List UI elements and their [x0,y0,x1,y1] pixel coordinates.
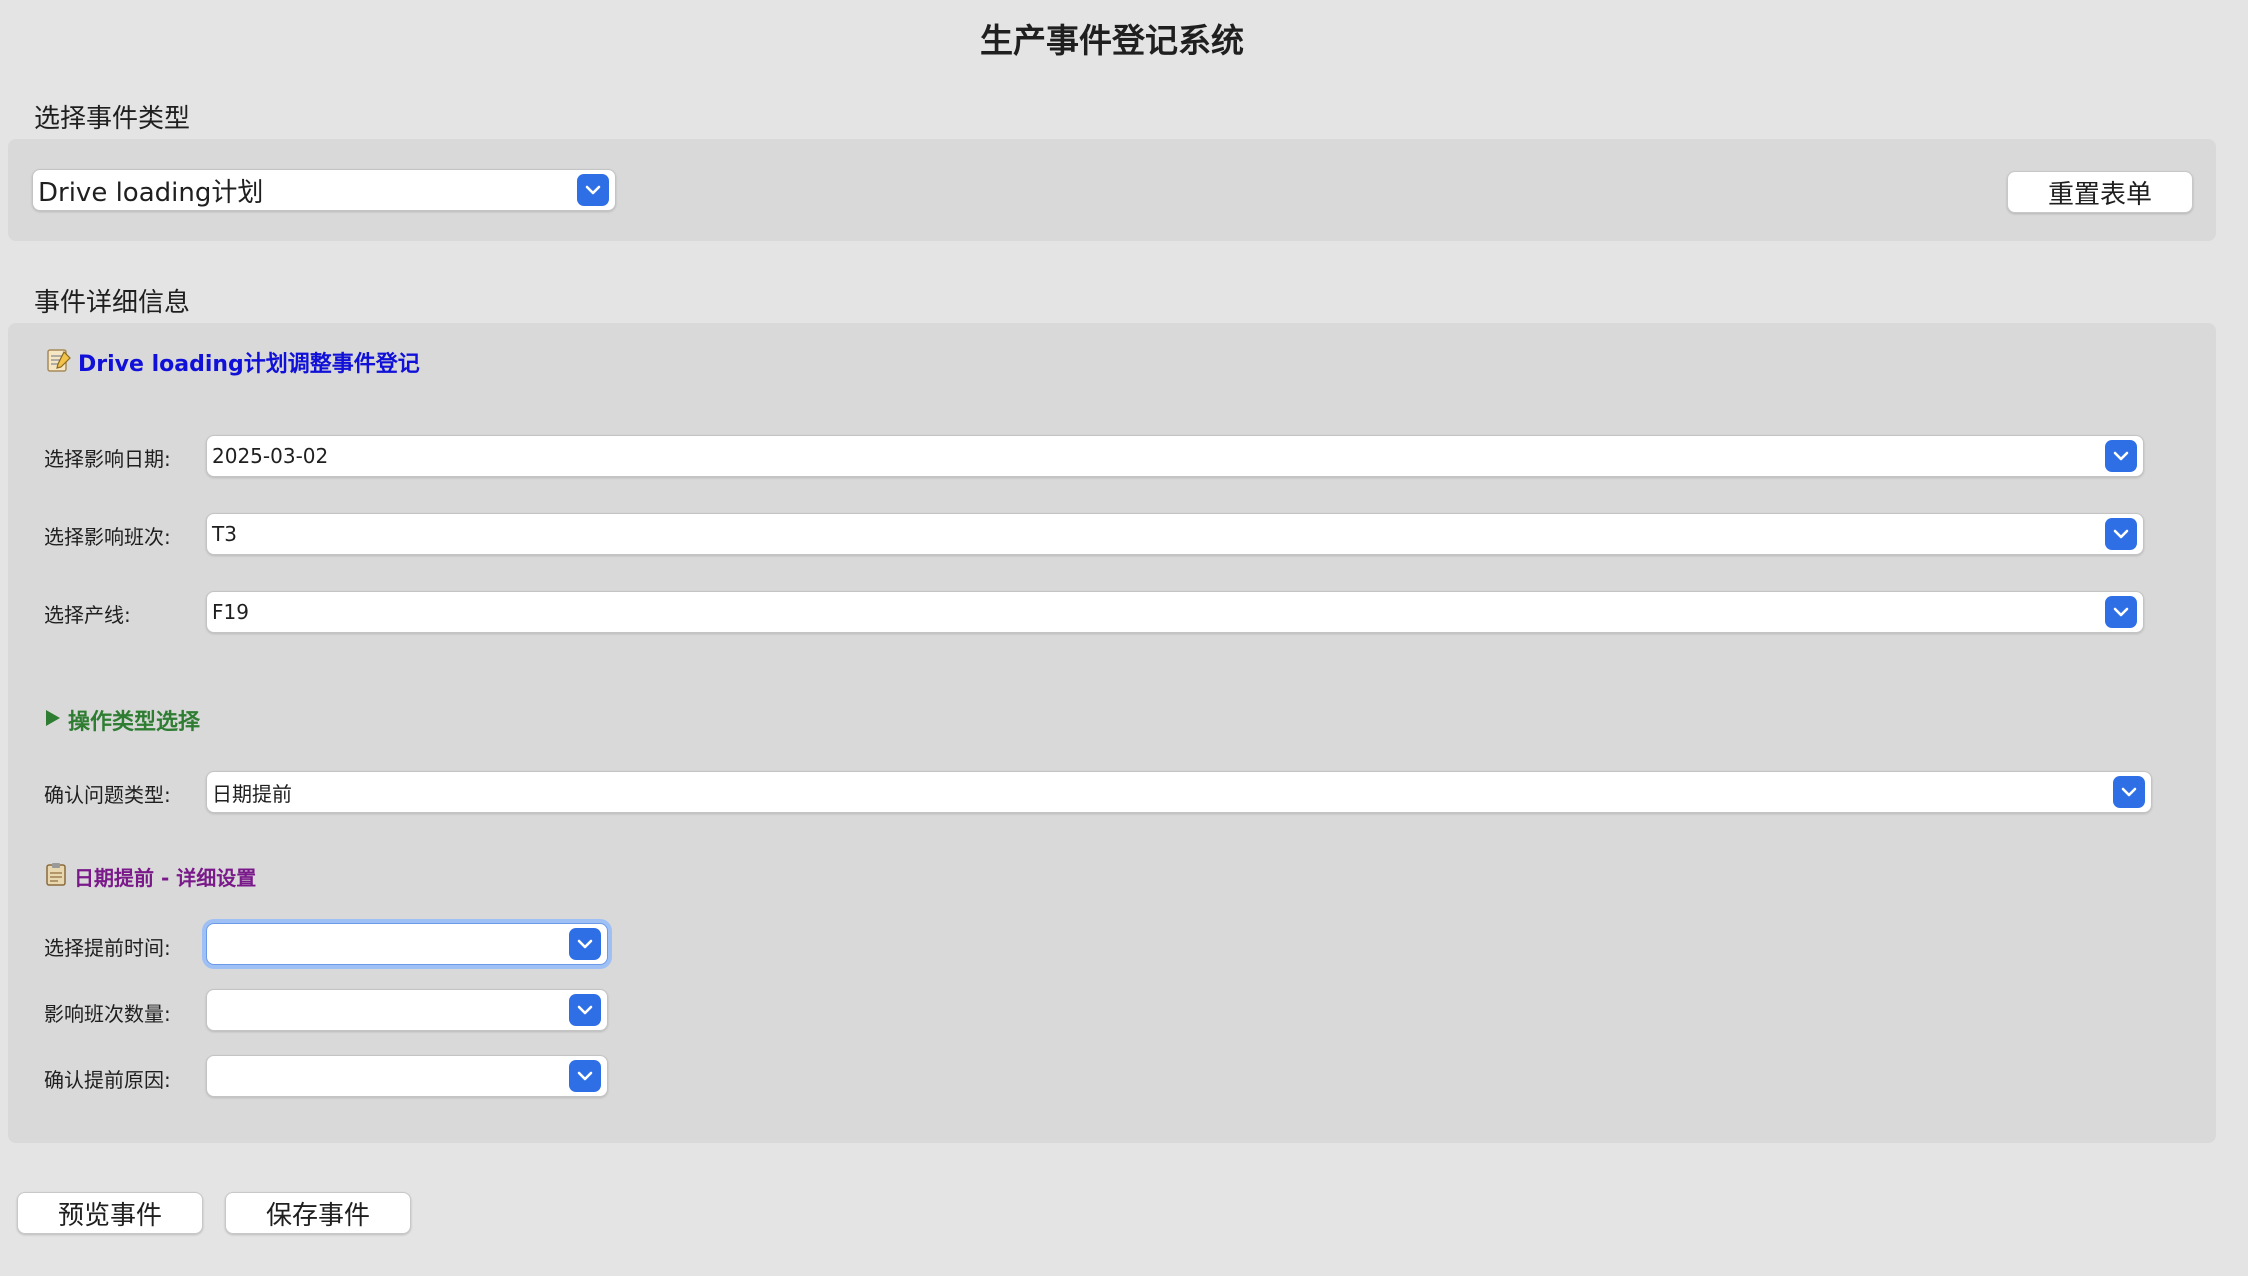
issue-type-label: 确认问题类型: [44,783,171,807]
clipboard-icon [44,861,68,891]
chevron-down-icon [2105,440,2137,472]
shift-count-label: 影响班次数量: [44,1002,171,1026]
shift-count-select[interactable] [206,989,608,1031]
save-event-button[interactable]: 保存事件 [225,1192,411,1234]
impact-date-select[interactable]: 2025-03-02 [206,435,2144,477]
event-type-section-label: 选择事件类型 [34,104,191,134]
page-title: 生产事件登记系统 [980,21,1244,60]
play-triangle-icon [44,708,62,732]
event-type-value: Drive loading计划 [38,177,264,208]
advance-details-heading-text: 日期提前 - 详细设置 [74,865,257,890]
details-heading: Drive loading计划调整事件登记 [44,346,420,378]
issue-type-value: 日期提前 [212,781,292,806]
impact-date-value: 2025-03-02 [212,444,329,468]
impact-date-label: 选择影响日期: [44,447,171,471]
advance-reason-select[interactable] [206,1055,608,1097]
production-line-label: 选择产线: [44,603,131,627]
event-type-panel: Drive loading计划 重置表单 [8,139,2216,241]
chevron-down-icon [577,174,609,206]
reset-form-button[interactable]: 重置表单 [2007,171,2193,213]
operation-type-heading: 操作类型选择 [44,704,200,736]
impact-shift-value: T3 [212,522,237,546]
details-heading-text: Drive loading计划调整事件登记 [78,352,420,377]
operation-type-heading-text: 操作类型选择 [68,710,201,735]
advance-time-select[interactable] [206,923,608,965]
chevron-down-icon [2113,776,2145,808]
advance-reason-label: 确认提前原因: [44,1068,171,1092]
impact-shift-label: 选择影响班次: [44,525,171,549]
chevron-down-icon [569,1060,601,1092]
memo-icon [44,346,72,378]
production-line-value: F19 [212,600,249,624]
preview-event-button[interactable]: 预览事件 [17,1192,203,1234]
details-section-label: 事件详细信息 [34,288,191,318]
advance-details-heading: 日期提前 - 详细设置 [44,861,256,891]
chevron-down-icon [569,994,601,1026]
production-line-select[interactable]: F19 [206,591,2144,633]
issue-type-select[interactable]: 日期提前 [206,771,2152,813]
chevron-down-icon [2105,596,2137,628]
chevron-down-icon [569,928,601,960]
advance-time-label: 选择提前时间: [44,936,171,960]
chevron-down-icon [2105,518,2137,550]
event-type-select[interactable]: Drive loading计划 [32,169,616,211]
impact-shift-select[interactable]: T3 [206,513,2144,555]
